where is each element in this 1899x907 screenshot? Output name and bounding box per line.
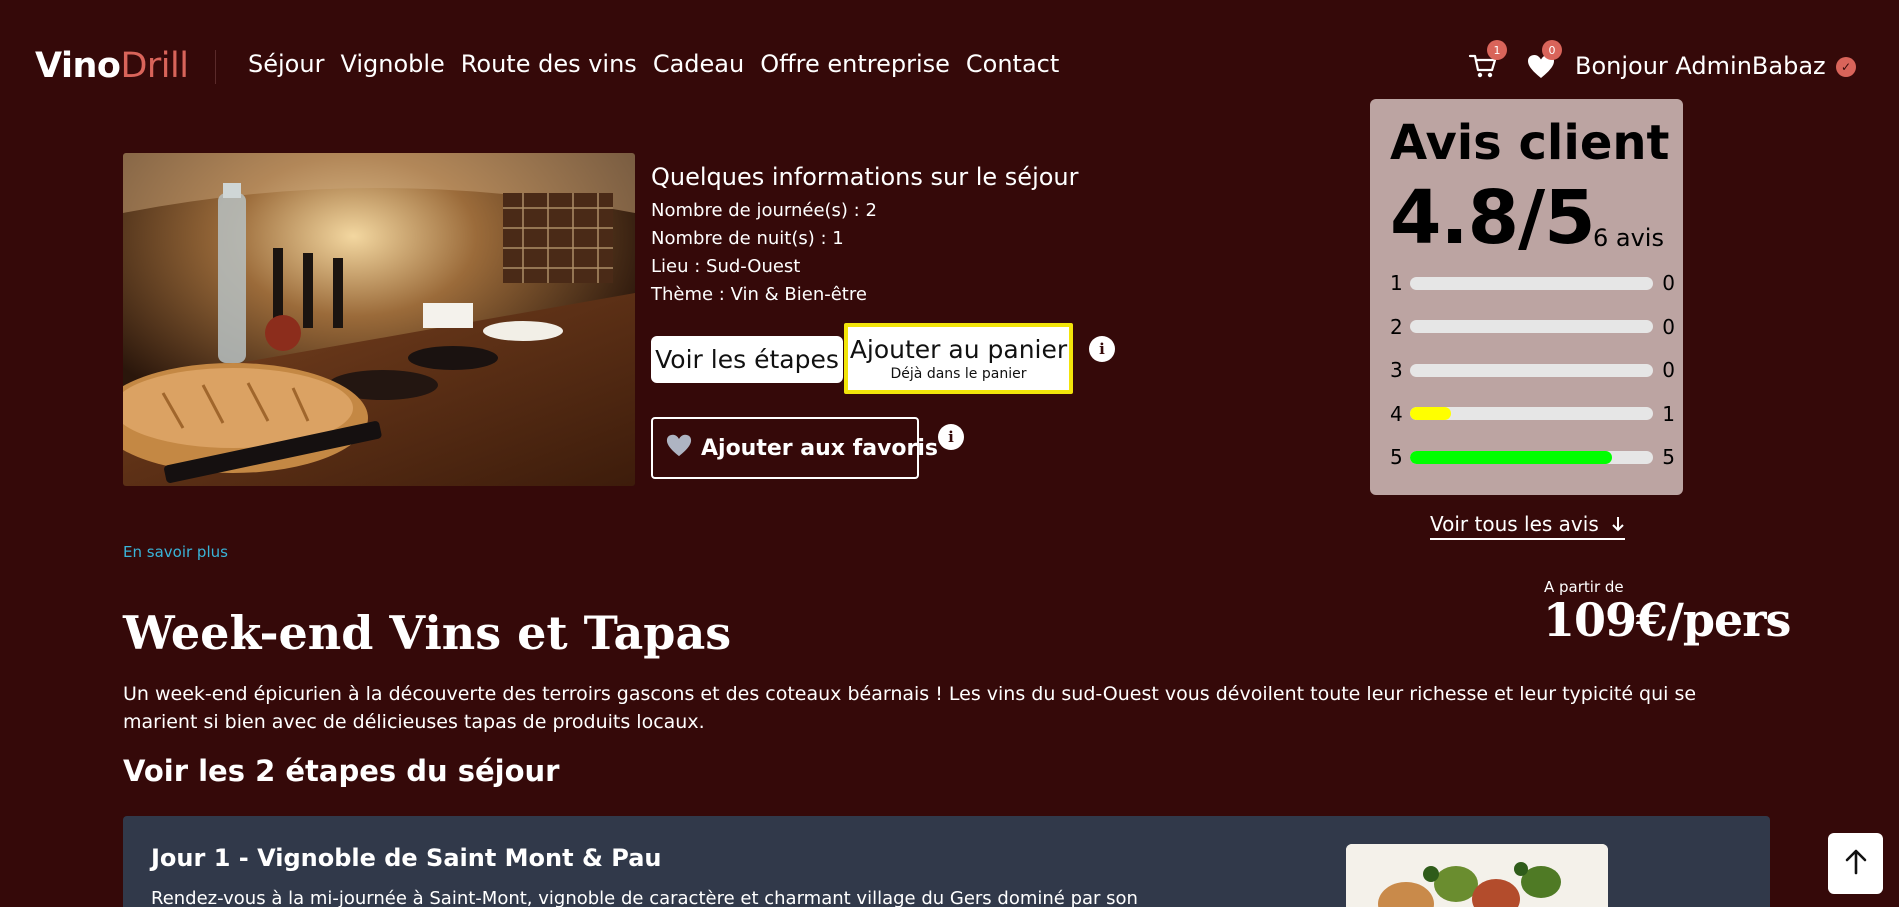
info-location: Lieu : Sud-Ouest — [651, 256, 801, 277]
see-all-reviews-label: Voir tous les avis — [1430, 512, 1599, 536]
add-to-cart-label: Ajouter au panier — [849, 335, 1068, 364]
rating-label: 3 — [1390, 358, 1403, 382]
info-list: Nombre de journée(s) : 2 Nombre de nuit(… — [651, 197, 877, 309]
nav-item-vignoble[interactable]: Vignoble — [340, 50, 444, 78]
scroll-to-top-button[interactable] — [1828, 833, 1883, 894]
nav-item-route-des-vins[interactable]: Route des vins — [461, 50, 637, 78]
already-in-cart-label: Déjà dans le panier — [890, 366, 1027, 382]
rating-row-4: 41 — [1390, 401, 1675, 426]
cart-count-badge: 1 — [1487, 40, 1507, 60]
info-nights: Nombre de nuit(s) : 1 — [651, 228, 844, 249]
add-to-cart-button[interactable]: Ajouter au panier Déjà dans le panier — [844, 323, 1073, 394]
rating-bar — [1410, 320, 1653, 333]
rating-count: 0 — [1662, 314, 1675, 339]
customer-reviews-card: Avis client 4.8/5 6 avis 1020304155 — [1370, 99, 1683, 495]
reviews-count: 6 avis — [1593, 224, 1664, 252]
logo-part-2: Drill — [120, 46, 189, 86]
header-divider — [215, 50, 216, 84]
heart-icon — [665, 432, 693, 464]
rating-row-3: 30 — [1390, 358, 1675, 382]
rating-label: 1 — [1390, 271, 1403, 295]
rating-bar — [1410, 276, 1653, 290]
nav-item-offre-entreprise[interactable]: Offre entreprise — [760, 50, 950, 78]
see-steps-button[interactable]: Voir les étapes — [651, 336, 843, 383]
user-greeting[interactable]: Bonjour AdminBabaz — [1575, 52, 1826, 80]
main-nav: Séjour Vignoble Route des vins Cadeau Of… — [248, 50, 1059, 78]
rating-label: 5 — [1390, 445, 1403, 469]
trip-title: Week-end Vins et Tapas — [123, 606, 732, 660]
day-title: Jour 1 - Vignoble de Saint Mont & Pau — [151, 844, 662, 872]
reviews-score: 4.8/5 — [1390, 175, 1596, 261]
trip-description: Un week-end épicurien à la découverte de… — [123, 683, 1697, 733]
rating-bar — [1410, 407, 1653, 420]
rating-row-2: 20 — [1390, 314, 1675, 339]
info-days: Nombre de journée(s) : 2 — [651, 200, 877, 221]
rating-bar-fill — [1410, 407, 1451, 420]
rating-count: 0 — [1662, 358, 1675, 382]
rating-count: 5 — [1662, 445, 1675, 469]
rating-bar-fill — [1410, 450, 1613, 464]
logo[interactable]: VinoDrill — [35, 46, 189, 86]
rating-label: 2 — [1390, 314, 1403, 339]
see-all-reviews-link[interactable]: Voir tous les avis — [1430, 512, 1626, 540]
rating-count: 1 — [1662, 401, 1675, 426]
rating-count: 0 — [1662, 271, 1675, 295]
day-description: Rendez-vous à la mi-journée à Saint-Mont… — [151, 888, 1138, 907]
reviews-title: Avis client — [1390, 115, 1670, 171]
add-to-favorites-label: Ajouter aux favoris — [701, 435, 939, 461]
rating-label: 4 — [1390, 401, 1403, 426]
rating-row-1: 10 — [1390, 271, 1675, 295]
rating-bar — [1410, 363, 1653, 377]
favorites-info-icon[interactable]: i — [938, 424, 964, 450]
logo-part-1: Vino — [35, 46, 121, 86]
arrow-down-icon — [1611, 512, 1625, 536]
arrow-up-icon — [1844, 849, 1868, 879]
price-value: 109€/pers — [1543, 593, 1791, 647]
favorites-count-badge: 0 — [1542, 40, 1562, 60]
info-title: Quelques informations sur le séjour — [651, 163, 1079, 191]
add-to-favorites-button[interactable]: Ajouter aux favoris — [651, 417, 938, 479]
steps-title: Voir les 2 étapes du séjour — [123, 754, 560, 788]
day-image — [1346, 844, 1608, 907]
learn-more-link[interactable]: En savoir plus — [123, 543, 228, 561]
day-card: Jour 1 - Vignoble de Saint Mont & Pau Re… — [123, 816, 1770, 907]
rating-bar — [1410, 450, 1653, 464]
cart-info-icon[interactable]: i — [1089, 336, 1115, 362]
rating-row-5: 55 — [1390, 445, 1675, 469]
nav-item-cadeau[interactable]: Cadeau — [653, 50, 744, 78]
verified-icon: ✓ — [1836, 57, 1856, 77]
nav-item-sejour[interactable]: Séjour — [248, 50, 324, 78]
info-theme: Thème : Vin & Bien-être — [651, 284, 867, 305]
trip-hero-image — [123, 153, 635, 486]
nav-item-contact[interactable]: Contact — [966, 50, 1059, 78]
